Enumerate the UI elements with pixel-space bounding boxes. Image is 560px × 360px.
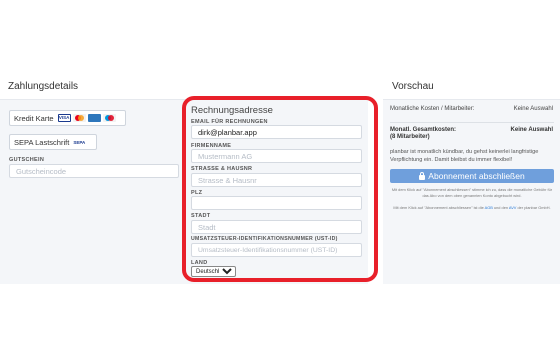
zip-field[interactable] [191,196,362,210]
preview-description: planbar ist monatlich kündbar, du gehst … [390,149,539,163]
preview-divider [390,122,554,123]
total-cost-value: Keine Auswahl [510,127,553,133]
sepa-logo: SEPA [73,139,86,145]
city-label: STADT [191,213,211,219]
vat-id-label: UMSATZSTEUER-IDENTIFIKATIONSNUMMER (UST-… [191,236,338,242]
email-field[interactable]: dirk@planbar.app [191,125,362,139]
street-label: STRASSE & HAUSNR [191,166,253,172]
preview-title: Vorschau [392,81,434,92]
fine-print-terms-post: der planbar GmbH. [517,205,551,210]
sepa-label: SEPA Lastschrift [14,137,70,147]
fine-print-terms: Mit dem Klick auf "Abonnement abschliess… [390,205,554,211]
mastercard-logo [72,114,86,122]
billing-address-title: Rechnungsadresse [191,105,273,116]
payment-details-title: Zahlungsdetails [8,81,79,92]
city-field[interactable]: Stadt [191,220,362,234]
visa-logo: VISA [57,114,71,122]
agb-link[interactable]: AGB [485,205,493,210]
total-cost-sub: (8 Mitarbeiter) [390,134,430,140]
total-cost-label: Monatl. Gesamtkosten: [390,127,457,133]
street-field[interactable]: Strasse & Hausnr [191,173,362,187]
subscribe-button[interactable]: Abonnement abschließen [390,169,554,183]
subscribe-button-label: Abonnement abschließen [428,171,525,181]
monthly-cost-label: Monatliche Kosten / Mitarbeiter: [390,106,475,112]
monthly-cost-value: Keine Auswahl [513,106,553,112]
vat-id-field[interactable]: Umsatzsteuer-Identifikationsnummer (UST-… [191,243,362,257]
avv-link[interactable]: AVV [509,205,517,210]
fine-print-debit: Mit dem Klick auf "Abonnement abschliess… [391,187,553,198]
company-field[interactable]: Mustermann AG [191,149,362,163]
credit-card-button[interactable]: Kredit Karte VISA [9,110,126,126]
amex-logo [87,114,101,122]
country-select[interactable]: Deutschland [191,266,236,277]
credit-card-label: Kredit Karte [14,113,54,123]
fine-print-terms-mid: und den [493,205,509,210]
voucher-label: GUTSCHEIN [9,157,45,163]
voucher-input[interactable]: Gutscheincode [9,164,179,178]
fine-print-terms-pre: Mit dem Klick auf "Abonnement abschliess… [393,205,484,210]
sepa-button[interactable]: SEPA Lastschrift SEPA [9,134,97,150]
lock-icon [419,171,426,180]
maestro-logo [102,114,116,122]
